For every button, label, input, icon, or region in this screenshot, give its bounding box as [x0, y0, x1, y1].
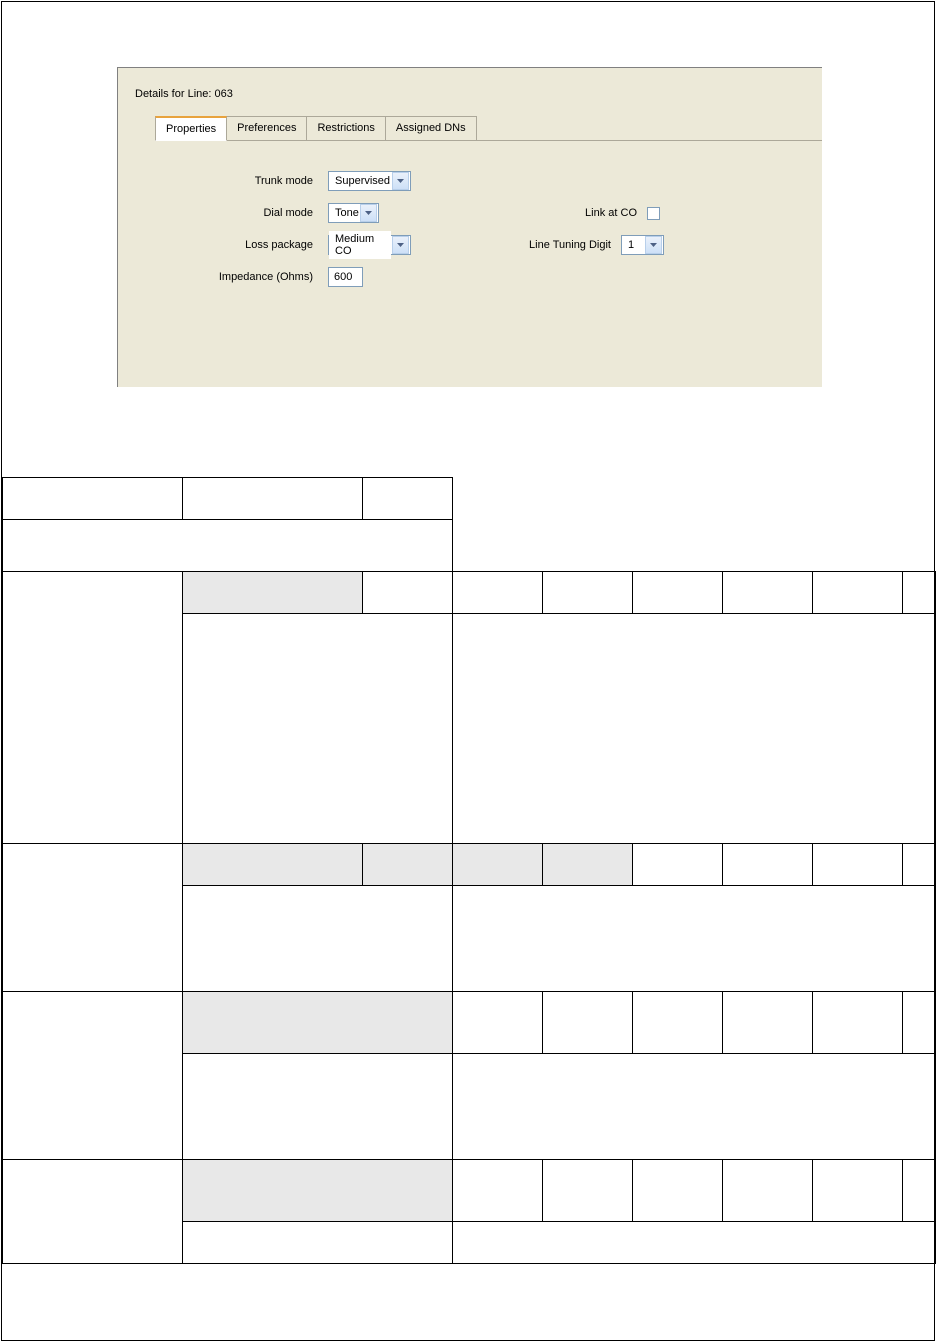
chevron-down-icon	[360, 204, 377, 222]
dial-mode-label: Dial mode	[173, 207, 328, 219]
data-table	[2, 477, 936, 1264]
loss-package-select[interactable]: Medium CO	[328, 235, 411, 255]
line-tuning-digit-value: 1	[622, 237, 644, 253]
loss-package-value: Medium CO	[329, 231, 391, 259]
table-row	[3, 478, 936, 520]
line-tuning-digit-label: Line Tuning Digit	[511, 239, 621, 251]
link-at-co-label: Link at CO	[547, 207, 647, 219]
impedance-input[interactable]	[328, 267, 363, 287]
tab-content: Trunk mode Supervised Dial mode Tone	[123, 141, 822, 319]
line-tuning-digit-select[interactable]: 1	[621, 235, 664, 255]
tabs: Properties Preferences Restrictions Assi…	[155, 116, 822, 141]
table-row	[3, 1160, 936, 1222]
chevron-down-icon	[392, 172, 409, 190]
trunk-mode-label: Trunk mode	[173, 175, 328, 187]
table-row	[3, 572, 936, 614]
link-at-co-checkbox[interactable]	[647, 207, 660, 220]
chevron-down-icon	[392, 236, 409, 254]
tab-preferences[interactable]: Preferences	[226, 116, 307, 140]
trunk-mode-value: Supervised	[329, 173, 391, 189]
impedance-label: Impedance (Ohms)	[173, 271, 328, 283]
tab-assigned-dns[interactable]: Assigned DNs	[385, 116, 477, 140]
panel-title: Details for Line: 063	[123, 70, 822, 108]
table-row	[3, 520, 936, 572]
dial-mode-value: Tone	[329, 205, 359, 221]
tab-restrictions[interactable]: Restrictions	[306, 116, 385, 140]
trunk-mode-select[interactable]: Supervised	[328, 171, 411, 191]
tab-properties[interactable]: Properties	[155, 116, 227, 141]
table-row	[3, 844, 936, 886]
table-row	[3, 992, 936, 1054]
dial-mode-select[interactable]: Tone	[328, 203, 379, 223]
loss-package-label: Loss package	[173, 239, 328, 251]
chevron-down-icon	[645, 236, 662, 254]
details-panel: Details for Line: 063 Properties Prefere…	[117, 67, 822, 387]
